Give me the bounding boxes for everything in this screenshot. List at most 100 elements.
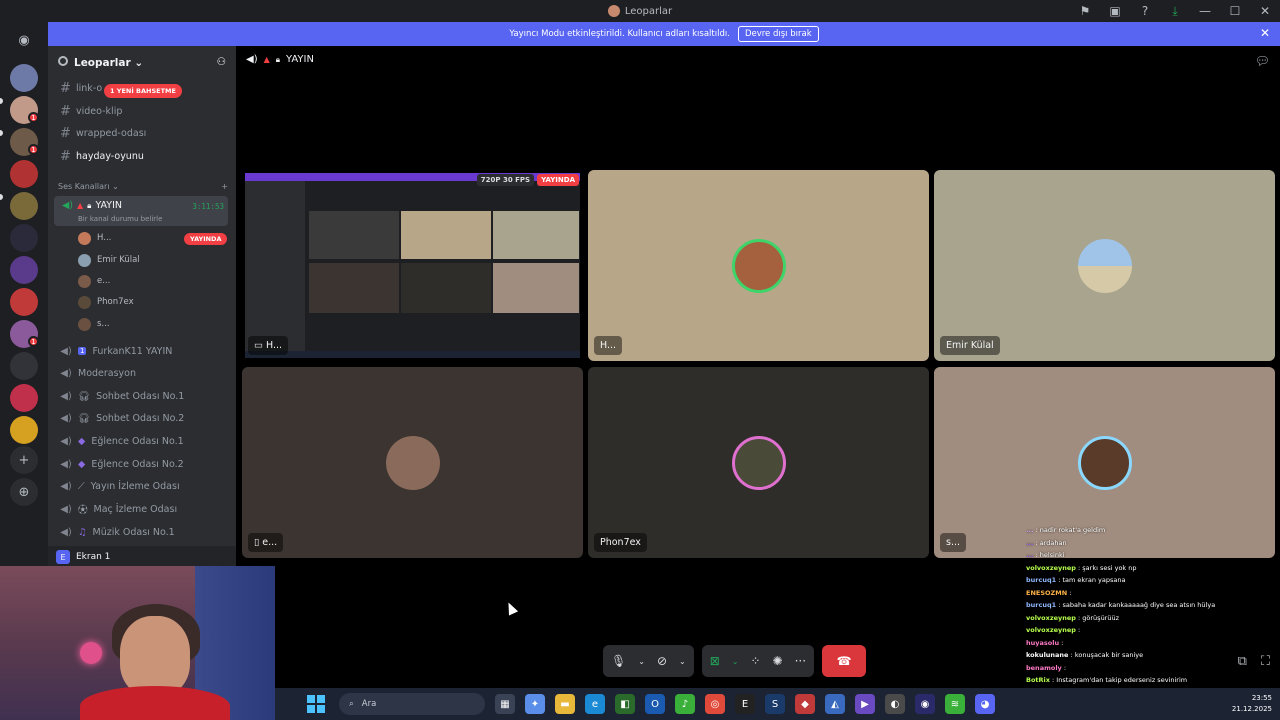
app-icon[interactable]: ◆ (795, 694, 815, 714)
app-icon[interactable]: ▶ (855, 694, 875, 714)
app-icon[interactable]: ◭ (825, 694, 845, 714)
voice-channel[interactable]: ◀) Moderasyon (56, 363, 136, 383)
video-tile[interactable]: Emir Külal (934, 170, 1275, 361)
voice-channel[interactable]: ◀) ♫ Müzik Odası No.1 (56, 522, 174, 542)
server-item[interactable] (10, 224, 38, 252)
voice-user[interactable]: e... (78, 271, 110, 291)
voice-channel[interactable]: ◀) ◆ Eğlence Odası No.2 (56, 454, 184, 474)
guild-header[interactable]: Leoparlar ⌄ ⚇ (48, 46, 236, 78)
steam-icon[interactable]: S (765, 694, 785, 714)
voice-channel-label: Moderasyon (78, 367, 137, 379)
invite-icon[interactable]: ⚇ (217, 56, 226, 68)
voice-category[interactable]: Ses Kanalları ⌄ + (58, 182, 228, 191)
voice-channel[interactable]: ◀) ◆ Eğlence Odası No.1 (56, 431, 184, 451)
chevron-down-icon[interactable]: ⌄ (679, 657, 686, 666)
voice-channel[interactable]: ◀) ⚽︎ Maç İzleme Odası (56, 499, 177, 519)
avatar (1077, 238, 1132, 293)
file-explorer-icon[interactable]: ▬ (555, 694, 575, 714)
chrome-icon[interactable]: ◎ (705, 694, 725, 714)
chat-message: burcuq1 : tam ekran yapsana (1026, 574, 1280, 587)
edge-icon[interactable]: e (585, 694, 605, 714)
app-icon[interactable]: ◉ (915, 694, 935, 714)
voice-channel[interactable]: ◀) ⟋ Yayın İzleme Odası (56, 476, 179, 496)
outlook-icon[interactable]: O (645, 694, 665, 714)
server-item[interactable] (10, 288, 38, 316)
add-server-icon[interactable]: + (10, 446, 38, 474)
voice-channel[interactable]: ◀) 🎧︎ Sohbet Odası No.2 (56, 408, 184, 428)
discover-icon[interactable]: ⊕ (10, 478, 38, 506)
speaker-icon: ◀) (60, 412, 72, 424)
voice-user[interactable]: H... (78, 228, 111, 248)
chat-text: nadir rokat'a geldim (1039, 526, 1106, 534)
ball-icon: ⚽︎ (78, 505, 88, 516)
copilot-icon[interactable]: ✦ (525, 694, 545, 714)
title-bar-actions: ⚑ ▣ ? ⤓ — ☐ ✕ (1070, 0, 1280, 22)
server-item[interactable] (10, 256, 38, 284)
unread-badge: 1 (28, 144, 39, 155)
channel-status-text[interactable]: Bir kanal durumu belirle (78, 215, 162, 223)
server-item[interactable] (10, 352, 38, 380)
chat-text: şarkı sesi yok np (1082, 563, 1137, 572)
add-channel-icon[interactable]: + (221, 182, 228, 191)
video-tile[interactable]: Phon7ex (588, 367, 929, 558)
taskbar-search[interactable]: ⌕ Ara (339, 693, 485, 715)
activities-icon[interactable]: ⁘ (750, 654, 760, 668)
disconnect-button[interactable]: ☎ (822, 645, 867, 677)
microphone-icon[interactable]: 🎙︎ (611, 654, 626, 668)
store-icon[interactable]: ◧ (615, 694, 635, 714)
soundboard-icon[interactable]: ✺ (773, 654, 783, 668)
help-icon[interactable]: ? (1130, 0, 1160, 22)
windows-taskbar: ⌕ Ara ▦ ✦ ▬ e ◧ O ♪ ◎ E S ◆ ◭ ▶ ◐ ◉ ≋ ◕ … (275, 688, 1280, 720)
more-icon[interactable]: ··· (795, 654, 806, 668)
maximize-button[interactable]: ☐ (1220, 0, 1250, 22)
server-item[interactable] (10, 64, 38, 92)
voice-channel[interactable]: ◀) 1 FurkanK11 YAYIN (56, 341, 172, 361)
active-voice-channel[interactable]: ◀) ▲ 🔒︎ YAYIN Bir kanal durumu belirle 3… (54, 196, 228, 226)
voice-channel[interactable]: ◀) 🎧︎ Sohbet Odası No.1 (56, 386, 184, 406)
app-icon[interactable]: ◐ (885, 694, 905, 714)
chat-username: volvoxzeynep (1026, 563, 1076, 572)
epic-games-icon[interactable]: E (735, 694, 755, 714)
channel-hayday-oyunu[interactable]: # hayday-oyunu (56, 146, 228, 166)
server-item[interactable] (10, 416, 38, 444)
spotify-icon[interactable]: ≋ (945, 694, 965, 714)
voice-user[interactable]: Phon7ex (78, 292, 134, 312)
chat-username: ENESOZMN (1026, 588, 1068, 597)
music-icon: ♫ (78, 526, 87, 538)
close-icon[interactable]: ✕ (1260, 26, 1270, 40)
chat-icon[interactable]: 💬︎ (1255, 54, 1270, 68)
screen-share-panel[interactable]: E Ekran 1 (48, 546, 236, 568)
voice-user[interactable]: Emir Külal (78, 250, 140, 270)
new-mention-pill[interactable]: 1 YENİ BAHSETME (104, 84, 182, 98)
flag-icon[interactable]: ⚑ (1070, 0, 1100, 22)
discord-home-icon[interactable]: ◉ (10, 26, 38, 54)
voice-user-name: H... (97, 233, 112, 243)
category-label: Ses Kanalları (58, 182, 110, 191)
screen-share-icon[interactable]: ⊠ (710, 654, 720, 668)
camera-off-icon[interactable]: ⊘ (657, 654, 667, 668)
video-tile[interactable]: ▯ e... (242, 367, 583, 558)
download-icon[interactable]: ⤓ (1160, 0, 1190, 22)
video-tile-screenshare[interactable]: 720P 30 FPS YAYINDA ▭ H... (242, 170, 583, 361)
inbox-icon[interactable]: ▣ (1100, 0, 1130, 22)
discord-icon[interactable]: ◕ (975, 694, 995, 714)
server-item[interactable] (10, 192, 38, 220)
close-button[interactable]: ✕ (1250, 0, 1280, 22)
windows-start-icon[interactable] (307, 695, 325, 713)
chevron-down-icon[interactable]: ⌄ (732, 657, 739, 666)
channel-wrapped-odasi[interactable]: # wrapped-odası (56, 123, 228, 143)
taskbar-clock[interactable]: 23:55 21.12.2025 (1232, 693, 1272, 715)
voice-user[interactable]: s... (78, 314, 110, 334)
task-view-icon[interactable]: ▦ (495, 694, 515, 714)
disable-streamer-mode-button[interactable]: Devre dışı bırak (737, 26, 819, 42)
unread-badge: 1 (28, 112, 39, 123)
video-tile[interactable]: H... (588, 170, 929, 361)
channel-video-klip[interactable]: # video-klip (56, 101, 228, 121)
webcam-overlay (0, 566, 275, 720)
chevron-down-icon[interactable]: ⌄ (638, 657, 645, 666)
server-item[interactable] (10, 384, 38, 412)
channel-label: link-o (76, 82, 103, 94)
minimize-button[interactable]: — (1190, 0, 1220, 22)
spotify-icon[interactable]: ♪ (675, 694, 695, 714)
server-item[interactable] (10, 160, 38, 188)
